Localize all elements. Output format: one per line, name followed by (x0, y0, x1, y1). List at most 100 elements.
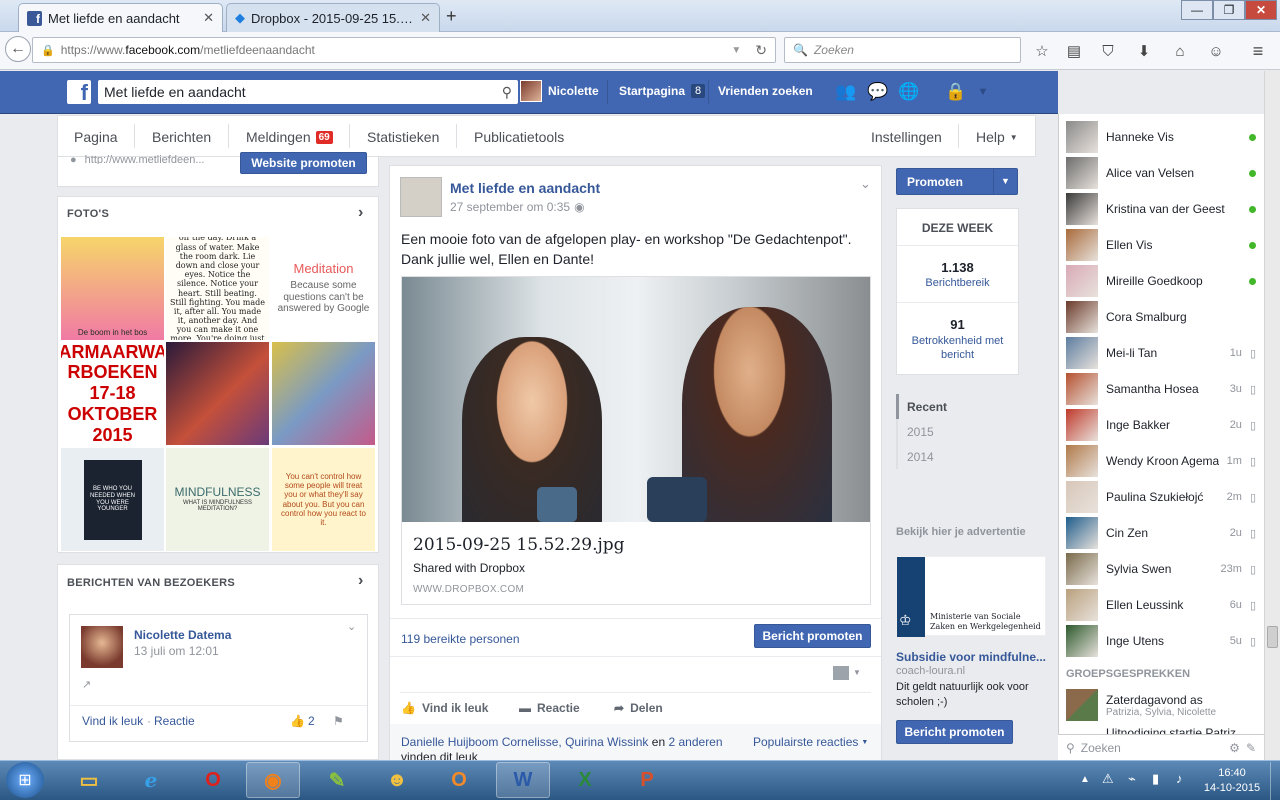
reach-label[interactable]: Berichtbereik (896, 277, 1019, 289)
chat-contact[interactable]: Paulina Szukiełojć 2m ▯ (1066, 479, 1256, 515)
notifications-globe-icon[interactable]: 🌐 (898, 82, 920, 102)
visitor-like-link[interactable]: Vind ik leuk (82, 714, 143, 728)
url-bar[interactable]: 🔒 https://www. facebook.com/metliefdeenaa… (32, 37, 776, 63)
ad-image[interactable]: ♔ Ministerie van Sociale Zaken en Werkge… (896, 556, 1046, 637)
scrollbar-thumb[interactable] (1267, 626, 1278, 648)
powerpoint-icon[interactable]: P (620, 762, 674, 798)
firefox-icon[interactable]: ◉ (246, 762, 300, 798)
internet-explorer-icon[interactable]: e (124, 762, 178, 798)
signal-icon[interactable]: ▮ (1152, 771, 1159, 787)
share-icon[interactable]: ↗ (82, 678, 91, 691)
chat-contact[interactable]: Ellen Vis (1066, 227, 1256, 263)
show-desktop-button[interactable] (1270, 762, 1280, 800)
comment-button[interactable]: ▬ Reactie (519, 701, 580, 715)
chat-contact[interactable]: Hanneke Vis (1066, 119, 1256, 155)
like-button[interactable]: 👍 Vind ik leuk (401, 701, 488, 715)
visitor-comment-link[interactable]: Reactie (154, 714, 195, 728)
caret-down-icon[interactable]: ▼ (853, 668, 861, 677)
word-icon[interactable]: W (496, 762, 550, 798)
chat-contact[interactable]: Cin Zen 2u ▯ (1066, 515, 1256, 551)
reload-icon[interactable]: ↻ (755, 42, 767, 59)
visitor-like-count[interactable]: 👍 2 (290, 714, 315, 728)
photo-thumbnail[interactable]: MINDFULNESS WHAT IS MINDFULNESS MEDITATI… (166, 448, 269, 551)
chat-contact[interactable]: Alice van Velsen (1066, 155, 1256, 191)
chat-contact[interactable]: Inge Utens 5u ▯ (1066, 623, 1256, 659)
caret-down-icon[interactable]: ▼ (1001, 176, 1010, 186)
promote-post-button[interactable]: Bericht promoten (754, 624, 871, 648)
photo-thumbnail[interactable]: Meditation Because some questions can't … (272, 237, 375, 340)
profile-link[interactable]: Nicolette (520, 80, 599, 102)
download-icon[interactable]: ⬇ (1133, 40, 1155, 62)
tab-notifications[interactable]: Meldingen 69 (246, 129, 333, 145)
avatar[interactable] (81, 626, 123, 668)
link-title[interactable]: 2015-09-25 15.52.29.jpg (413, 535, 625, 555)
promote-button[interactable]: Promoten (896, 168, 1018, 195)
maximize-button[interactable]: ❐ (1213, 0, 1245, 20)
pocket-icon[interactable]: ⛉ (1097, 40, 1119, 62)
minimize-button[interactable]: — (1181, 0, 1213, 20)
chat-contact[interactable]: Wendy Kroon Agema 1m ▯ (1066, 443, 1256, 479)
tray-expand-icon[interactable]: ▲ (1080, 774, 1090, 785)
search-icon[interactable]: ⚲ (502, 84, 512, 101)
facebook-search-input[interactable]: Met liefde en aandacht ⚲ (98, 80, 518, 104)
new-tab-icon[interactable]: + (446, 6, 457, 27)
chat-contact[interactable]: Samantha Hosea 3u ▯ (1066, 371, 1256, 407)
photo-thumbnail[interactable]: ARMAARWA RBOEKEN 17-18 OKTOBER 2015 (61, 342, 164, 445)
tab-publishing-tools[interactable]: Publicatietools (474, 129, 564, 145)
browser-tab[interactable]: ◆ Dropbox - 2015-09-25 15.5... ✕ (226, 3, 440, 32)
excel-icon[interactable]: X (558, 762, 612, 798)
outlook-icon[interactable]: O (432, 762, 486, 798)
photo-thumbnail[interactable]: De boom in het bos (61, 237, 164, 340)
browser-tab-active[interactable]: f Met liefde en aandacht ✕ (18, 3, 223, 32)
ad-domain[interactable]: coach-loura.nl (896, 665, 965, 677)
group-chat-2[interactable]: Uitnodiging startje Patriz... (1106, 726, 1246, 734)
visitor-name[interactable]: Nicolette Datema (134, 628, 231, 642)
find-friends-link[interactable]: Vrienden zoeken (718, 84, 813, 98)
chat-contact[interactable]: Sylvia Swen 23m ▯ (1066, 551, 1256, 587)
chevron-down-icon[interactable]: ⌄ (347, 620, 356, 633)
group-chat-item[interactable]: Zaterdagavond as Patrizia, Sylvia, Nicol… (1066, 687, 1256, 723)
menu-icon[interactable]: ≡ (1247, 40, 1269, 62)
reading-list-icon[interactable]: ▤ (1063, 40, 1085, 62)
close-tab-icon[interactable]: ✕ (203, 10, 214, 26)
chat-contact[interactable]: Ellen Leussink 6u ▯ (1066, 587, 1256, 623)
photo-thumbnail[interactable]: Take a shower, wash off the day. Drink a… (166, 237, 269, 340)
ad-header[interactable]: Bekijk hier je advertentie (896, 526, 1026, 538)
tab-help[interactable]: Help ▼ (976, 129, 1018, 145)
chat-contact[interactable]: Kristina van der Geest (1066, 191, 1256, 227)
close-window-button[interactable]: ✕ (1245, 0, 1277, 20)
page-avatar[interactable] (400, 177, 442, 217)
account-dropdown-icon[interactable]: ▼ (972, 82, 994, 102)
opera-icon[interactable]: O (186, 762, 240, 798)
photo-thumbnail[interactable] (166, 342, 269, 445)
facebook-logo-icon[interactable]: f (67, 80, 91, 104)
year-recent[interactable]: Recent (907, 400, 947, 414)
promote-website-button[interactable]: Website promoten (240, 152, 367, 174)
dropdown-arrow-icon[interactable]: ▼ (731, 45, 741, 56)
flag-icon[interactable]: ⚑ (333, 714, 344, 728)
chat-contact[interactable]: Mei-li Tan 1u ▯ (1066, 335, 1256, 371)
photo-thumbnail[interactable]: You can't control how some people will t… (272, 448, 375, 551)
engagement-label[interactable]: Betrokkenheid met bericht (906, 334, 1009, 362)
bookmark-star-icon[interactable]: ☆ (1031, 40, 1053, 62)
post-as-avatar[interactable] (833, 666, 849, 680)
close-tab-icon[interactable]: ✕ (420, 10, 431, 26)
clock[interactable]: 16:40 14-10-2015 (1198, 766, 1266, 796)
browser-search-input[interactable]: 🔍 Zoeken (784, 37, 1021, 63)
chat-bubble-icon[interactable]: ☺ (1205, 40, 1227, 62)
website-link[interactable]: ● http://www.metliefdeen... (70, 154, 205, 164)
chat-contact[interactable]: Mireille Goedkoop (1066, 263, 1256, 299)
ad-promote-button[interactable]: Bericht promoten (896, 720, 1013, 744)
photo-thumbnail[interactable] (272, 342, 375, 445)
photo-editor-icon[interactable]: ✎ (310, 762, 364, 798)
photo-thumbnail[interactable]: BE WHO YOU NEEDED WHEN YOU WERE YOUNGER (61, 448, 164, 551)
post-date-link[interactable]: 27 september om 0:35 ◉ (450, 200, 585, 214)
likers-others[interactable]: 2 anderen (668, 735, 722, 749)
post-reach[interactable]: 119 bereikte personen (401, 632, 520, 646)
back-button[interactable]: ← (5, 36, 31, 62)
chevron-down-icon[interactable]: ⌄ (860, 176, 871, 192)
tab-messages[interactable]: Berichten (152, 129, 211, 145)
chat-contact[interactable]: Inge Bakker 2u ▯ (1066, 407, 1256, 443)
home-icon[interactable]: ⌂ (1169, 40, 1191, 62)
likers-names[interactable]: Danielle Huijboom Cornelisse, Quirina Wi… (401, 735, 648, 749)
